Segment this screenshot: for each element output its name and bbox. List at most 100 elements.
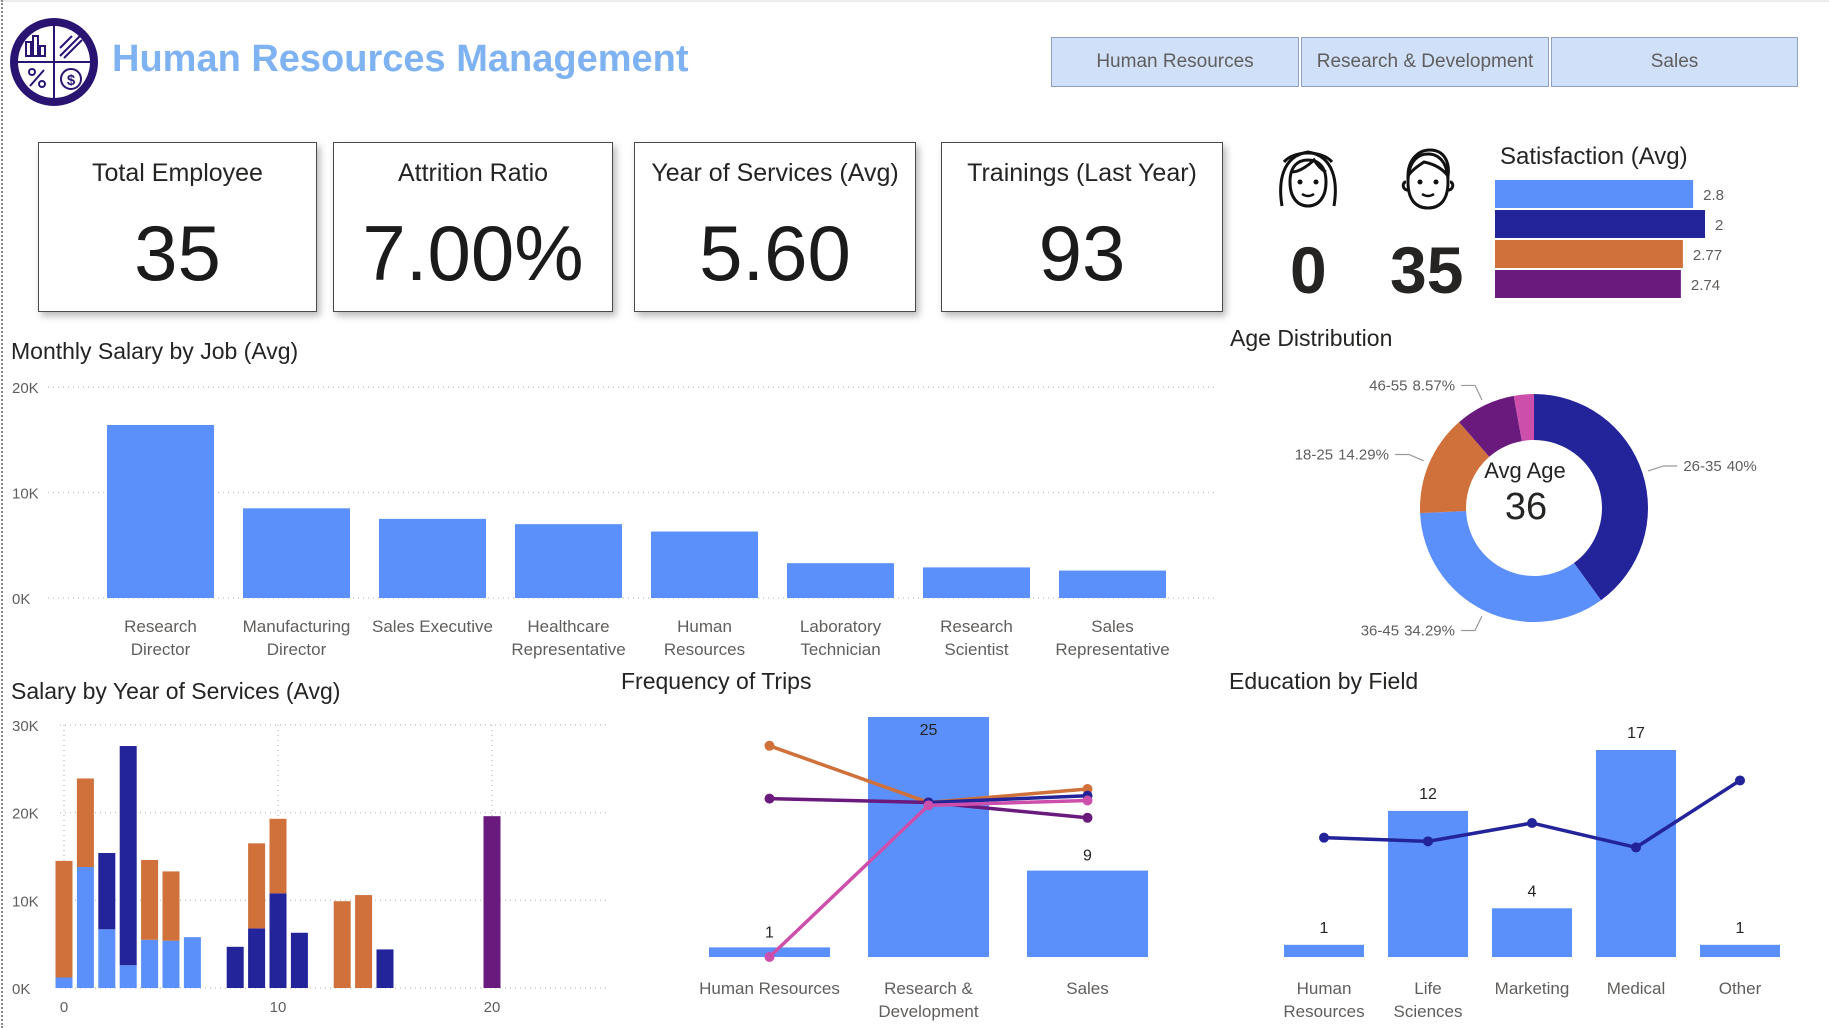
category-label: Sciences <box>1394 1002 1463 1021</box>
education-data-label: 4 <box>1528 883 1537 900</box>
salary-bar <box>107 424 214 598</box>
category-label: Human Resources <box>699 979 840 998</box>
age-slice-label: 46-55 8.57% <box>1369 377 1455 394</box>
avg-age-value: 36 <box>1505 486 1547 528</box>
satisfaction-bar <box>1495 270 1681 298</box>
age-slice <box>1534 394 1648 601</box>
y-tick-label: 10K <box>12 486 39 503</box>
salary-years-bar-segment <box>162 940 180 988</box>
male-avatar-icon <box>1401 148 1455 210</box>
salary-years-bar-segment <box>183 937 201 988</box>
kpi-value: 7.00% <box>362 209 584 297</box>
trips-line-point <box>923 800 934 811</box>
salary-by-job-chart: 0K 10K 20K Research Director Manufacturing Dir… <box>12 380 1218 659</box>
age-slice-percent: 14.29% <box>1338 446 1389 463</box>
top-border <box>0 0 1829 2</box>
age-slice-percent: 8.57% <box>1413 377 1456 394</box>
male-count: 35 <box>1390 233 1464 307</box>
category-label: Marketing <box>1495 979 1570 998</box>
y-tick-label: 20K <box>12 806 39 823</box>
category-label: Manufacturing <box>243 617 351 636</box>
age-slice-percent: 40% <box>1727 458 1757 475</box>
education-bar <box>1596 750 1676 957</box>
salary-years-bar-segment <box>483 816 501 988</box>
age-slice-label: 18-25 14.29% <box>1295 446 1389 463</box>
salary-bar <box>379 518 486 598</box>
category-label: Resources <box>664 640 745 659</box>
satisfaction-chart: 2.86 2.91 2.77 2.74 <box>1495 180 1725 298</box>
salary-by-job-title: Monthly Salary by Job (Avg) <box>11 338 299 364</box>
category-label: Other <box>1719 979 1762 998</box>
category-label: Resources <box>1283 1002 1364 1021</box>
leader-line <box>1461 384 1483 401</box>
salary-years-bar-segment <box>248 928 266 988</box>
human-resources-button[interactable]: Human Resources <box>1051 37 1299 87</box>
salary-years-bar-segment <box>162 871 180 941</box>
category-label: Development <box>878 1002 978 1021</box>
category-label: Research & <box>884 979 973 998</box>
salary-years-bar-segment <box>98 929 116 988</box>
sales-button[interactable]: Sales <box>1551 37 1798 87</box>
leader-line <box>1647 465 1678 472</box>
total-employee-card: Total Employee 35 <box>38 142 317 312</box>
category-label: Sales Executive <box>372 617 493 636</box>
trips-bar <box>868 717 989 957</box>
age-slice-percent: 34.29% <box>1404 623 1455 640</box>
salary-years-bar-segment <box>141 860 159 940</box>
trips-line-point <box>764 793 775 804</box>
age-distribution-title: Age Distribution <box>1230 325 1393 351</box>
age-slice-name: 18-25 <box>1295 446 1333 463</box>
category-label: Sales <box>1091 617 1134 636</box>
trips-line-point <box>764 740 775 751</box>
education-line-point <box>1527 818 1537 829</box>
salary-bar <box>515 524 622 598</box>
category-label: Research <box>940 617 1013 636</box>
education-data-label: 1 <box>1736 920 1745 937</box>
research-development-button[interactable]: Research & Development <box>1301 37 1549 87</box>
education-line-point <box>1631 842 1641 853</box>
kpi-value: 5.60 <box>699 209 851 297</box>
category-label: Director <box>267 640 327 659</box>
salary-years-bar-segment <box>269 818 287 894</box>
satisfaction-bar <box>1495 210 1705 238</box>
trips-line-point <box>1082 812 1093 823</box>
salary-years-bar-segment <box>269 893 287 988</box>
y-tick-label: 10K <box>12 893 39 910</box>
salary-bar <box>923 567 1030 598</box>
trips-line-point <box>764 952 775 962</box>
age-distribution-chart: 26-35 40% 36-45 34.29% 18-25 14.29% 46-55 8.57%… <box>1295 377 1757 640</box>
salary-by-years-chart: 0K 10K 20K 30K 0 10 20 <box>12 718 607 1016</box>
category-label: Technician <box>800 640 880 659</box>
page-title: Human Resources Management <box>112 38 689 80</box>
salary-years-bar-segment <box>226 946 244 988</box>
kpi-value: 93 <box>1038 209 1126 297</box>
y-tick-label: 20K <box>12 380 39 397</box>
kpi-label: Year of Services (Avg) <box>651 159 899 187</box>
category-label: Healthcare <box>527 617 609 636</box>
salary-years-bar-segment <box>119 965 137 988</box>
salary-years-bar-segment <box>76 867 94 988</box>
satisfaction-title: Satisfaction (Avg) <box>1500 143 1688 170</box>
salary-years-bar-segment <box>141 939 159 988</box>
attrition-ratio-card: Attrition Ratio 7.00% <box>333 142 613 312</box>
category-label: Life <box>1414 979 1441 998</box>
salary-by-years-title: Salary by Year of Services (Avg) <box>11 678 341 704</box>
leader-line <box>1460 615 1483 632</box>
trips-data-label: 25 <box>920 722 938 739</box>
salary-years-bar-segment <box>55 860 73 978</box>
frequency-of-trips-title: Frequency of Trips <box>621 668 812 694</box>
satisfaction-bar <box>1495 180 1694 208</box>
age-slice-name: 36-45 <box>1361 623 1399 640</box>
education-line-point <box>1735 775 1745 786</box>
education-by-field-chart: 1 Human Resources 12 Life Sciences 4 Marketing 1… <box>1283 725 1780 1021</box>
category-label: Laboratory <box>800 617 882 636</box>
x-tick-label: 0 <box>60 999 68 1016</box>
education-line-point <box>1319 832 1329 843</box>
y-tick-label: 30K <box>12 718 39 735</box>
salary-years-bar-segment <box>290 932 308 988</box>
education-data-label: 12 <box>1419 786 1437 803</box>
satisfaction-value-label: 2.77 <box>1693 247 1722 264</box>
y-tick-label: 0K <box>12 981 30 998</box>
salary-years-bar-segment <box>76 778 94 868</box>
salary-years-bar-segment <box>355 895 373 988</box>
